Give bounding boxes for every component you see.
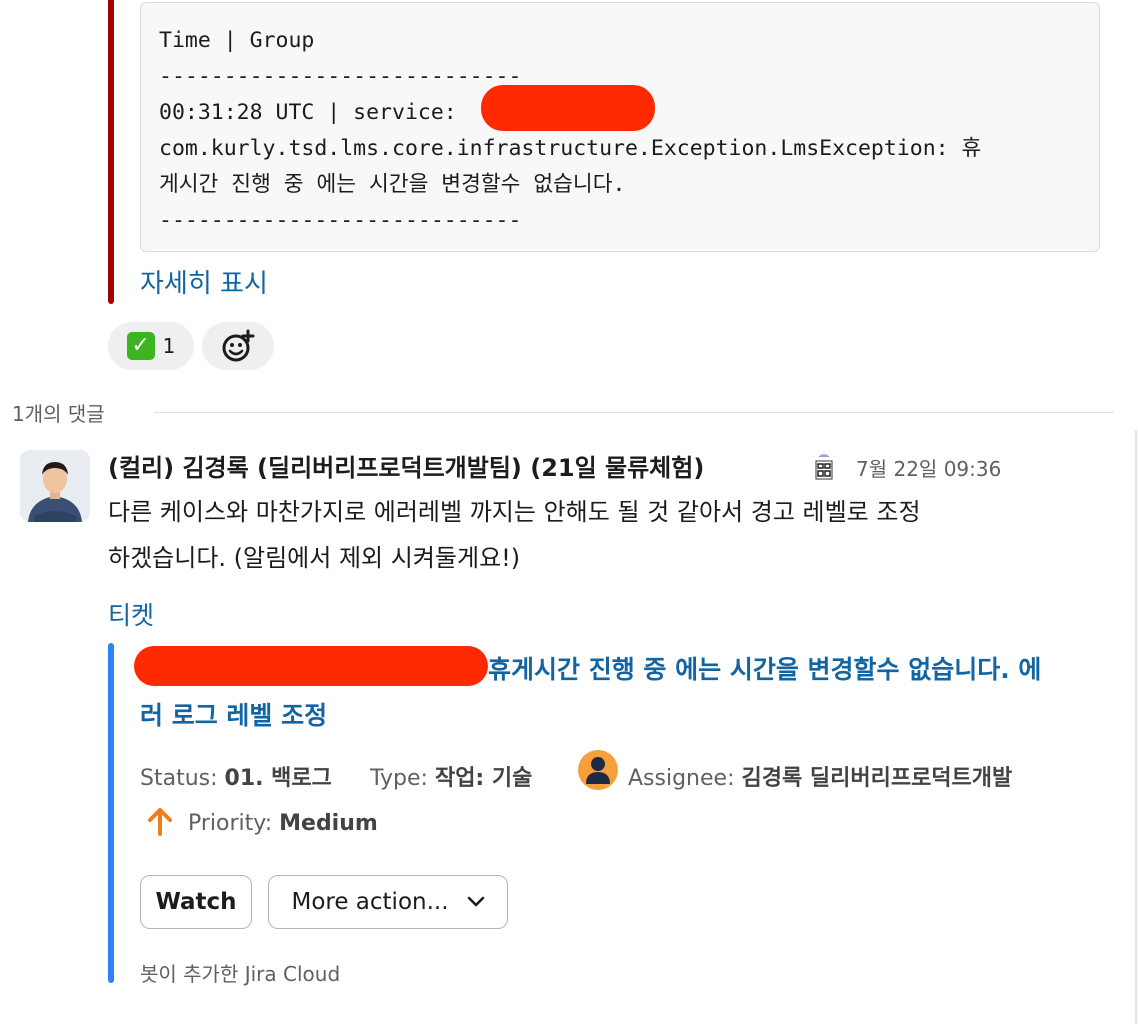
message-text-line: 하겠습니다. (알림에서 제외 시켜둘게요!): [108, 544, 521, 572]
avatar[interactable]: [20, 450, 90, 522]
code-line: 게시간 진행 중 에는 시간을 변경할수 없습니다.: [159, 172, 626, 197]
user-photo-icon: [20, 450, 90, 522]
watch-button-label: Watch: [155, 889, 237, 915]
priority-label: Priority:: [188, 811, 273, 836]
code-block: Time | Group ---------------------------…: [140, 2, 1100, 252]
check-mark-emoji-icon: ✓: [126, 332, 155, 360]
watch-button[interactable]: Watch: [140, 875, 252, 929]
priority-medium-arrow-icon: [144, 806, 176, 838]
message-text-line: 다른 케이스와 마찬가지로 에러레벨 까지는 안해도 될 것 같아서 경고 레벨…: [108, 498, 921, 526]
jira-priority-field: Priority: Medium: [188, 811, 378, 836]
scrollbar-track[interactable]: [1135, 430, 1137, 1024]
jira-type-field: Type: 작업: 기술: [370, 760, 532, 792]
code-line: com.kurly.tsd.lms.core.infrastructure.Ex…: [159, 136, 982, 161]
show-more-link[interactable]: 자세히 표시: [140, 266, 268, 302]
status-emoji-icon[interactable]: [814, 451, 834, 481]
reply-count-label: 1개의 댓글: [12, 402, 105, 426]
thread-divider: [154, 412, 1114, 413]
code-line: ----------------------------: [159, 64, 522, 89]
add-emoji-icon: [222, 329, 255, 362]
type-label: Type:: [370, 766, 428, 791]
jira-card-color-bar: [108, 643, 114, 983]
redaction-mark: [134, 646, 488, 686]
assignee-avatar-icon: [578, 750, 618, 790]
status-value: 01. 백로그: [224, 766, 332, 791]
type-value: 작업: 기술: [434, 766, 533, 791]
chevron-down-icon: [467, 896, 484, 907]
message-author[interactable]: (컬리) 김경록 (딜리버리프로덕트개발팀) (21일 물류체험): [108, 448, 704, 483]
more-actions-dropdown[interactable]: More action...: [268, 875, 508, 929]
jira-bot-footer: 봇이 추가한 Jira Cloud: [140, 962, 341, 986]
message-timestamp[interactable]: 7월 22일 09:36: [856, 453, 1001, 482]
add-reaction-button[interactable]: [202, 322, 274, 370]
reaction-count: 1: [162, 334, 176, 358]
jira-assignee-field: Assignee: 김경록 딜리버리프로덕트개발: [628, 760, 1012, 792]
assignee-label: Assignee:: [628, 766, 735, 791]
more-actions-label: More action...: [291, 889, 449, 915]
code-line: 00:31:28 UTC | service:: [159, 100, 457, 125]
jira-status-field: Status: 01. 백로그: [140, 760, 332, 792]
code-line: ----------------------------: [159, 208, 522, 233]
assignee-value: 김경록 딜리버리프로덕트개발: [741, 766, 1013, 791]
jira-issue-title[interactable]: 휴게시간 진행 중 에는 시간을 변경할수 없습니다. 에: [488, 650, 1041, 686]
jira-issue-title-cont[interactable]: 러 로그 레벨 조정: [140, 696, 327, 732]
status-label: Status:: [140, 766, 218, 791]
reaction-check[interactable]: ✓ 1: [108, 322, 194, 370]
redaction-mark: [481, 85, 655, 131]
attachment-color-bar: [108, 0, 114, 304]
code-line: Time | Group: [159, 28, 315, 53]
ticket-link[interactable]: 티켓: [108, 596, 154, 632]
priority-value: Medium: [279, 811, 378, 836]
